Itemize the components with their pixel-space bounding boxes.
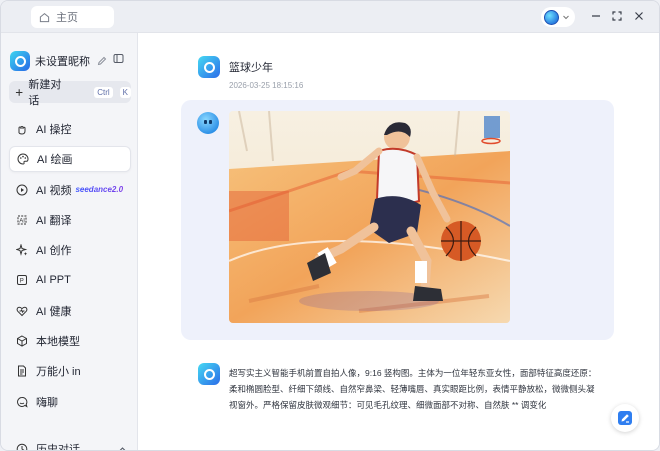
plus-icon: [15, 88, 23, 96]
sidebar-item-label: AI 健康: [36, 305, 72, 318]
palette-icon: [17, 153, 29, 165]
sidebar-item-hi-chat[interactable]: 嗨聊: [9, 389, 131, 415]
username: 未设置昵称: [35, 56, 90, 68]
heart-icon: [16, 306, 28, 316]
sidebar-item-ai-ppt[interactable]: P AI PPT: [9, 267, 131, 293]
sidebar-item-label: AI 操控: [36, 124, 72, 136]
svg-text:P: P: [20, 279, 24, 285]
chevron-down-icon: [563, 15, 569, 20]
new-chat-button[interactable]: 新建对话 Ctrl K: [9, 79, 131, 107]
cube-icon: [17, 335, 27, 347]
sidebar-item-label: AI 翻译: [36, 214, 72, 227]
sidebar-nav: AI 操控 AI 绘画 AI 视频 seedance2.0 AI AI 翻译 A…: [9, 116, 131, 419]
translate-icon: AI: [17, 215, 27, 224]
app-logo-icon: [544, 9, 559, 25]
user-avatar-icon: [198, 56, 220, 78]
account-menu-button[interactable]: [541, 7, 575, 27]
close-icon: [635, 12, 643, 20]
sparkle-icon: [16, 244, 28, 257]
sidebar-item-label: AI 绘画: [37, 154, 73, 167]
history-icon: [16, 443, 28, 450]
chevron-up-icon: [119, 446, 126, 450]
message-timestamp: 2026-03-25 18:15:16: [229, 81, 304, 90]
assistant-response-card: [181, 100, 614, 340]
minimize-button[interactable]: [589, 9, 603, 23]
pen-edit-icon: [618, 411, 632, 425]
sidebar-item-ai-control[interactable]: AI 操控: [9, 116, 131, 142]
sidebar-item-ai-translate[interactable]: AI AI 翻译: [9, 207, 131, 233]
new-creation-button[interactable]: [611, 404, 639, 432]
document-icon: [18, 365, 26, 377]
svg-text:AI: AI: [19, 218, 25, 224]
user-message: 篮球少年: [229, 62, 273, 74]
sidebar-item-label: AI 创作: [36, 245, 72, 258]
history-label: 历史对话: [36, 444, 80, 451]
shortcut-key: K: [119, 86, 131, 98]
cursor-icon: [18, 125, 26, 135]
sidebar-collapse-icon[interactable]: [113, 53, 124, 64]
sidebar-item-label: AI PPT: [36, 274, 71, 287]
sidebar-item-ai-create[interactable]: AI 创作: [9, 237, 131, 263]
history-section-toggle[interactable]: 历史对话: [9, 439, 131, 451]
ppt-icon: P: [17, 275, 27, 286]
assistant-logo-icon: [198, 363, 220, 385]
sidebar-item-label: 嗨聊: [36, 396, 58, 409]
sidebar-item-local-model[interactable]: 本地模型: [9, 328, 131, 354]
seedance-badge: seedance2.0: [75, 185, 124, 195]
app-logo-icon: [10, 51, 30, 71]
title-bar: 主页: [1, 1, 659, 33]
sidebar-item-ai-video[interactable]: AI 视频 seedance2.0: [9, 177, 131, 203]
sidebar-item-wanneng-xiao-in[interactable]: 万能小 in: [9, 358, 131, 384]
close-button[interactable]: [632, 9, 646, 23]
generated-image[interactable]: [229, 111, 510, 323]
edit-icon[interactable]: [97, 56, 107, 66]
app-window: 主页 未设置昵称 新建对话 Ctrl K AI 操控 AI 绘画 AI 视频 s…: [0, 0, 660, 451]
assistant-avatar-icon: [197, 112, 219, 134]
user-profile[interactable]: 未设置昵称: [10, 50, 130, 72]
sidebar-item-ai-painting[interactable]: AI 绘画: [9, 146, 131, 173]
video-icon: [16, 184, 28, 196]
sidebar-item-label: 本地模型: [36, 336, 80, 349]
tab-home-label: 主页: [56, 12, 78, 24]
sidebar: 未设置昵称 新建对话 Ctrl K AI 操控 AI 绘画 AI 视频 seed…: [1, 33, 138, 451]
shortcut-key: Ctrl: [94, 86, 113, 98]
maximize-icon: [612, 11, 622, 21]
sidebar-item-ai-health[interactable]: AI 健康: [9, 298, 131, 324]
new-chat-label: 新建对话: [28, 79, 62, 107]
sidebar-item-label: AI 视频: [36, 184, 72, 197]
chat-icon: [17, 396, 28, 408]
basketball-player-illustration: [229, 111, 510, 323]
minimize-icon: [592, 15, 600, 17]
tab-home[interactable]: 主页: [31, 6, 114, 28]
sidebar-item-label: 万能小 in: [36, 366, 81, 379]
conversation-panel: 篮球少年 2026-03-25 18:15:16 超写实主义智能手机前置自拍人像…: [138, 33, 659, 450]
prompt-description-text: 超写实主义智能手机前置自拍人像，9:16 竖构图。主体为一位年轻东亚女性，面部特…: [229, 368, 597, 410]
maximize-button[interactable]: [610, 9, 624, 23]
home-icon: [39, 12, 50, 22]
